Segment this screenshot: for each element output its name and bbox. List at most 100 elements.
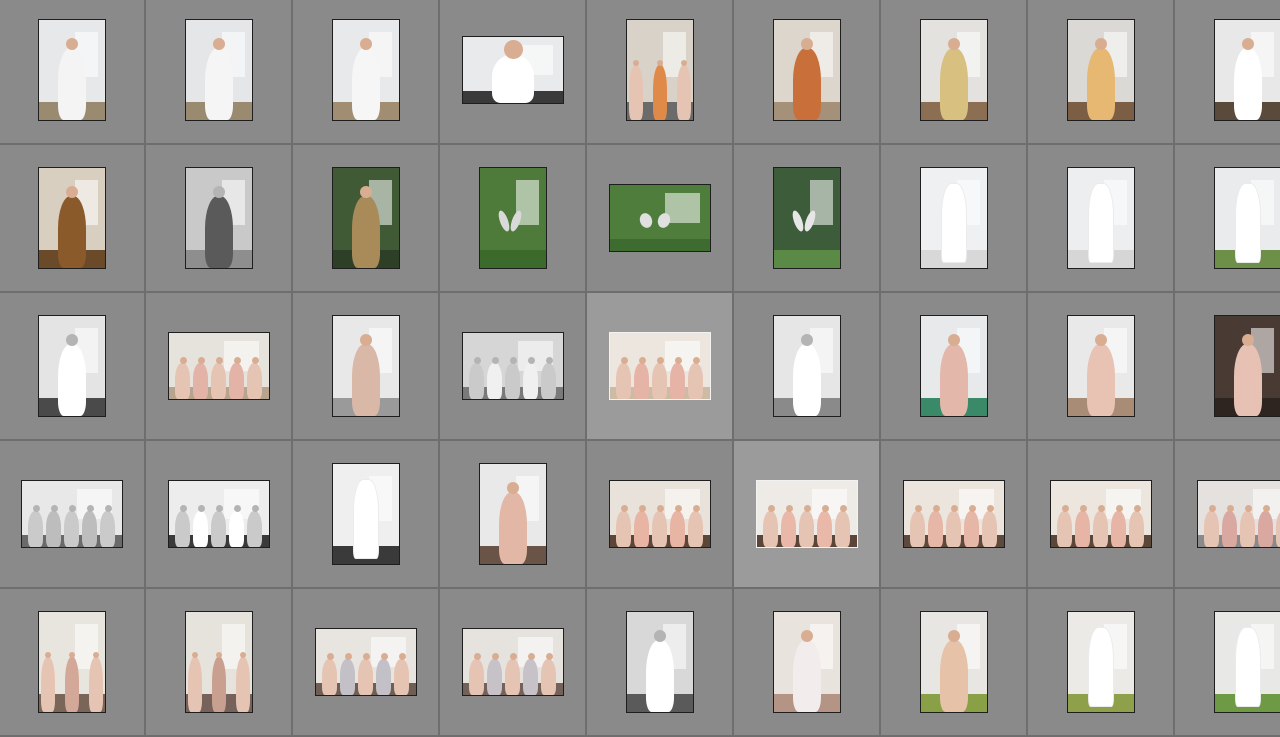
grid-cell[interactable] <box>587 589 734 737</box>
photo-thumbnail[interactable] <box>38 315 106 417</box>
grid-cell[interactable] <box>587 145 734 293</box>
grid-cell[interactable] <box>146 589 293 737</box>
photo-figure <box>1129 511 1144 547</box>
photo-thumbnail[interactable] <box>332 315 400 417</box>
grid-cell[interactable] <box>1175 145 1280 293</box>
photo-thumbnail[interactable] <box>1067 167 1135 269</box>
grid-cell[interactable] <box>1028 589 1175 737</box>
photo-figure <box>1087 344 1115 416</box>
photo-thumbnail[interactable] <box>1067 19 1135 121</box>
grid-cell[interactable] <box>881 293 1028 441</box>
grid-cell[interactable] <box>1175 589 1280 737</box>
grid-cell[interactable] <box>1028 293 1175 441</box>
grid-cell[interactable] <box>293 293 440 441</box>
photo-thumbnail[interactable] <box>1214 167 1280 269</box>
grid-cell[interactable] <box>734 0 881 145</box>
photo-thumbnail[interactable] <box>1067 315 1135 417</box>
photo-thumbnail[interactable] <box>479 167 547 269</box>
grid-cell[interactable] <box>734 293 881 441</box>
photo-thumbnail[interactable] <box>315 628 417 696</box>
grid-cell[interactable] <box>293 145 440 293</box>
grid-cell[interactable] <box>881 589 1028 737</box>
photo-thumbnail[interactable] <box>332 167 400 269</box>
photo-figure <box>188 657 202 712</box>
photo-thumbnail[interactable] <box>1214 315 1280 417</box>
photo-thumbnail[interactable] <box>1067 611 1135 713</box>
photo-figure-head <box>492 357 499 364</box>
grid-cell[interactable] <box>293 0 440 145</box>
grid-cell[interactable] <box>881 441 1028 589</box>
photo-figure-head <box>546 357 553 364</box>
grid-cell[interactable] <box>146 441 293 589</box>
photo-thumbnail[interactable] <box>462 36 564 104</box>
photo-thumbnail[interactable] <box>332 463 400 565</box>
photo-thumbnail[interactable] <box>773 167 841 269</box>
photo-thumbnail[interactable] <box>773 19 841 121</box>
photo-thumbnail[interactable] <box>185 19 253 121</box>
photo-figure <box>652 511 667 547</box>
grid-cell[interactable] <box>587 293 734 441</box>
grid-cell[interactable] <box>440 589 587 737</box>
grid-cell[interactable] <box>0 293 146 441</box>
grid-cell[interactable] <box>146 0 293 145</box>
photo-thumbnail[interactable] <box>626 611 694 713</box>
grid-cell[interactable] <box>1175 0 1280 145</box>
photo-thumbnail[interactable] <box>1214 19 1280 121</box>
grid-cell[interactable] <box>734 589 881 737</box>
photo-figure <box>541 659 556 695</box>
grid-cell[interactable] <box>146 293 293 441</box>
photo-thumbnail[interactable] <box>1050 480 1152 548</box>
photo-thumbnail[interactable] <box>920 315 988 417</box>
grid-cell[interactable] <box>0 145 146 293</box>
photo-thumbnail[interactable] <box>626 19 694 121</box>
grid-cell[interactable] <box>146 145 293 293</box>
grid-cell[interactable] <box>1175 441 1280 589</box>
photo-thumbnail[interactable] <box>1197 480 1280 548</box>
photo-thumbnail[interactable] <box>21 480 123 548</box>
photo-thumbnail[interactable] <box>332 19 400 121</box>
grid-cell[interactable] <box>1028 441 1175 589</box>
photo-thumbnail[interactable] <box>168 332 270 400</box>
photo-thumbnail[interactable] <box>756 480 858 548</box>
photo-thumbnail[interactable] <box>38 167 106 269</box>
grid-cell[interactable] <box>734 145 881 293</box>
grid-cell[interactable] <box>587 0 734 145</box>
photo-thumbnail[interactable] <box>38 19 106 121</box>
photo-thumbnail[interactable] <box>903 480 1005 548</box>
photo-thumbnail[interactable] <box>920 167 988 269</box>
photo-thumbnail[interactable] <box>609 184 711 252</box>
photo-figure-head <box>381 653 388 660</box>
photo-thumbnail[interactable] <box>1214 611 1280 713</box>
photo-figure-head <box>1263 505 1270 512</box>
photo-thumbnail[interactable] <box>462 628 564 696</box>
photo-thumbnail[interactable] <box>609 480 711 548</box>
grid-cell[interactable] <box>440 145 587 293</box>
grid-cell[interactable] <box>734 441 881 589</box>
grid-cell[interactable] <box>1175 293 1280 441</box>
grid-cell[interactable] <box>440 0 587 145</box>
grid-cell[interactable] <box>0 0 146 145</box>
photo-thumbnail[interactable] <box>168 480 270 548</box>
grid-cell[interactable] <box>881 145 1028 293</box>
photo-thumbnail[interactable] <box>38 611 106 713</box>
photo-figure <box>763 511 778 547</box>
grid-cell[interactable] <box>293 589 440 737</box>
photo-thumbnail[interactable] <box>920 19 988 121</box>
photo-thumbnail[interactable] <box>773 315 841 417</box>
grid-cell[interactable] <box>0 589 146 737</box>
grid-cell[interactable] <box>1028 145 1175 293</box>
photo-thumbnail[interactable] <box>609 332 711 400</box>
grid-cell[interactable] <box>293 441 440 589</box>
photo-thumbnail[interactable] <box>462 332 564 400</box>
grid-cell[interactable] <box>440 441 587 589</box>
photo-thumbnail[interactable] <box>185 611 253 713</box>
photo-thumbnail[interactable] <box>479 463 547 565</box>
grid-cell[interactable] <box>0 441 146 589</box>
photo-thumbnail[interactable] <box>185 167 253 269</box>
grid-cell[interactable] <box>587 441 734 589</box>
photo-thumbnail[interactable] <box>920 611 988 713</box>
grid-cell[interactable] <box>881 0 1028 145</box>
photo-thumbnail[interactable] <box>773 611 841 713</box>
grid-cell[interactable] <box>1028 0 1175 145</box>
grid-cell[interactable] <box>440 293 587 441</box>
